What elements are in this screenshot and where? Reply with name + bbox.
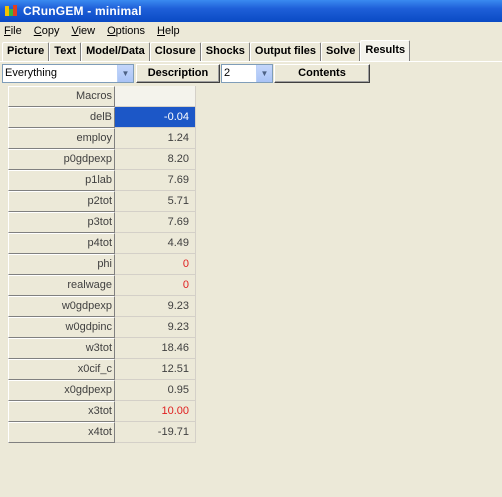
table-row: p2tot 5.71 <box>8 191 196 212</box>
row-header-employ[interactable]: employ <box>8 128 115 149</box>
row-header-realwage[interactable]: realwage <box>8 275 115 296</box>
chevron-down-icon[interactable]: ▼ <box>117 65 133 82</box>
value-cell-p2tot[interactable]: 5.71 <box>115 191 196 212</box>
tab-output-files[interactable]: Output files <box>249 42 322 61</box>
table-row: p0gdpexp 8.20 <box>8 149 196 170</box>
value-cell-x0gdpexp[interactable]: 0.95 <box>115 380 196 401</box>
menu-item-options[interactable]: Options <box>107 25 145 37</box>
page-combo-value: 2 <box>224 67 231 79</box>
row-header-p0gdpexp[interactable]: p0gdpexp <box>8 149 115 170</box>
row-header-x4tot[interactable]: x4tot <box>8 422 115 443</box>
tab-solve[interactable]: Solve <box>321 42 361 61</box>
results-grid: Macros delB -0.04 employ 1.24 p0gdpexp 8.20 p1… <box>8 86 196 443</box>
row-header-delb[interactable]: delB <box>8 107 115 128</box>
table-row: p1lab 7.69 <box>8 170 196 191</box>
page-combo[interactable]: 2 ▼ <box>221 64 273 83</box>
row-header-p4tot[interactable]: p4tot <box>8 233 115 254</box>
app-icon <box>4 4 18 18</box>
value-cell-w0gdpinc[interactable]: 9.23 <box>115 317 196 338</box>
contents-button[interactable]: Contents <box>274 64 370 83</box>
menu-item-file[interactable]: File <box>4 25 22 37</box>
tab-results[interactable]: Results <box>360 40 411 61</box>
tab-model-data[interactable]: Model/Data <box>81 42 150 61</box>
value-cell-w0gdpexp[interactable]: 9.23 <box>115 296 196 317</box>
menu-item-help[interactable]: Help <box>157 25 180 37</box>
grid-header-value[interactable] <box>115 86 196 107</box>
value-cell-delb[interactable]: -0.04 <box>115 107 196 128</box>
value-cell-p3tot[interactable]: 7.69 <box>115 212 196 233</box>
value-cell-x4tot[interactable]: -19.71 <box>115 422 196 443</box>
tab-shocks[interactable]: Shocks <box>200 42 250 61</box>
value-cell-p0gdpexp[interactable]: 8.20 <box>115 149 196 170</box>
row-header-w3tot[interactable]: w3tot <box>8 338 115 359</box>
menu-bar: File Copy View Options Help <box>0 22 502 40</box>
table-row: p3tot 7.69 <box>8 212 196 233</box>
tab-picture[interactable]: Picture <box>2 42 50 61</box>
table-row: realwage 0 <box>8 275 196 296</box>
value-cell-x0cif_c[interactable]: 12.51 <box>115 359 196 380</box>
description-button[interactable]: Description <box>136 64 220 83</box>
results-grid-area: Macros delB -0.04 employ 1.24 p0gdpexp 8.20 p1… <box>2 86 500 497</box>
tab-strip: Picture Text Model/Data Closure Shocks Output… <box>2 40 411 61</box>
table-row: x3tot 10.00 <box>8 401 196 422</box>
table-row: phi 0 <box>8 254 196 275</box>
row-header-p3tot[interactable]: p3tot <box>8 212 115 233</box>
row-header-p1lab[interactable]: p1lab <box>8 170 115 191</box>
value-cell-p4tot[interactable]: 4.49 <box>115 233 196 254</box>
table-row: w0gdpinc 9.23 <box>8 317 196 338</box>
row-header-x0cif_c[interactable]: x0cif_c <box>8 359 115 380</box>
row-header-phi[interactable]: phi <box>8 254 115 275</box>
menu-item-copy[interactable]: Copy <box>34 25 60 37</box>
value-cell-p1lab[interactable]: 7.69 <box>115 170 196 191</box>
row-header-w0gdpexp[interactable]: w0gdpexp <box>8 296 115 317</box>
table-row: x4tot -19.71 <box>8 422 196 443</box>
filter-combo-value: Everything <box>5 67 57 79</box>
row-header-x0gdpexp[interactable]: x0gdpexp <box>8 380 115 401</box>
value-cell-phi[interactable]: 0 <box>115 254 196 275</box>
table-row: employ 1.24 <box>8 128 196 149</box>
tab-closure[interactable]: Closure <box>149 42 201 61</box>
tab-text[interactable]: Text <box>49 42 82 61</box>
table-row: w0gdpexp 9.23 <box>8 296 196 317</box>
value-cell-realwage[interactable]: 0 <box>115 275 196 296</box>
title-bar: CRunGEM - minimal <box>0 0 502 22</box>
table-row: p4tot 4.49 <box>8 233 196 254</box>
table-row: x0cif_c 12.51 <box>8 359 196 380</box>
grid-header-label: Macros <box>8 86 115 107</box>
menu-item-view[interactable]: View <box>71 25 95 37</box>
value-cell-w3tot[interactable]: 18.46 <box>115 338 196 359</box>
table-row: w3tot 18.46 <box>8 338 196 359</box>
window-title: CRunGEM - minimal <box>23 4 142 18</box>
row-header-w0gdpinc[interactable]: w0gdpinc <box>8 317 115 338</box>
results-toolbar: Everything ▼ Description 2 ▼ Contents <box>2 64 500 84</box>
chevron-down-icon[interactable]: ▼ <box>256 65 272 82</box>
grid-header-row: Macros <box>8 86 196 107</box>
value-cell-x3tot[interactable]: 10.00 <box>115 401 196 422</box>
value-cell-employ[interactable]: 1.24 <box>115 128 196 149</box>
table-row: delB -0.04 <box>8 107 196 128</box>
row-header-p2tot[interactable]: p2tot <box>8 191 115 212</box>
table-row: x0gdpexp 0.95 <box>8 380 196 401</box>
filter-combo[interactable]: Everything ▼ <box>2 64 134 83</box>
row-header-x3tot[interactable]: x3tot <box>8 401 115 422</box>
